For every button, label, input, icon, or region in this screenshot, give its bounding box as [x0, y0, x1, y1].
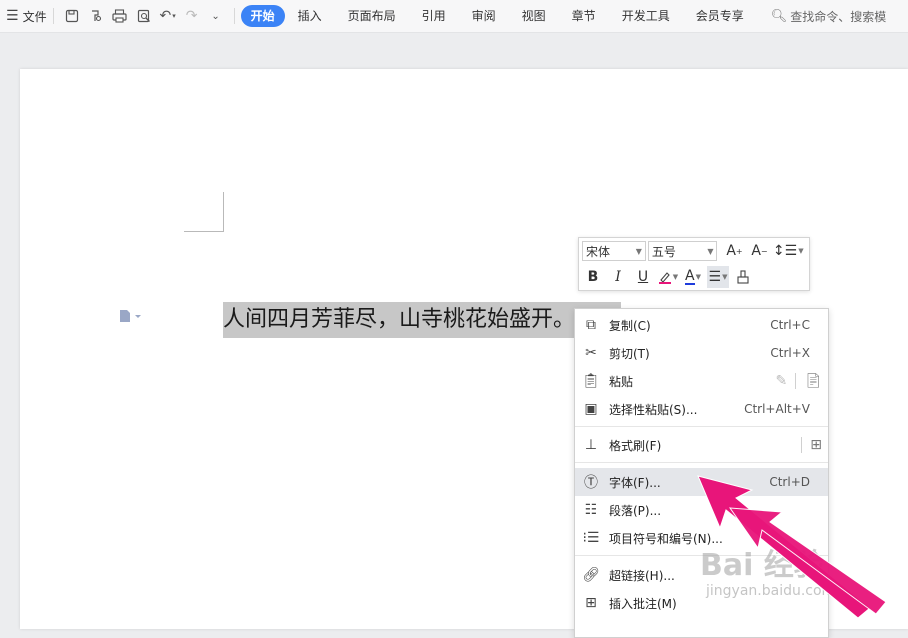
menu-item-paste[interactable]: 📋︎ 粘贴 ✎ 📄︎	[575, 367, 828, 395]
link-icon: 🔗︎	[582, 567, 600, 583]
tab-review[interactable]: 审阅	[459, 5, 509, 27]
save-icon[interactable]	[60, 4, 84, 28]
menu-item-label: 剪切(T)	[609, 346, 650, 361]
underline-icon[interactable]: U	[632, 266, 654, 288]
margin-corner-mark	[223, 192, 224, 232]
multi-format-painter-icon[interactable]: ⊞	[810, 437, 822, 453]
menu-item-label: 复制(C)	[609, 318, 651, 333]
font-size-select[interactable]: 五号 ▼	[647, 241, 718, 261]
font-name-select[interactable]: 宋体 ▼	[582, 241, 646, 261]
menu-item-shortcut: Ctrl+C	[770, 318, 810, 332]
tab-section[interactable]: 章节	[559, 5, 609, 27]
command-search[interactable]: 🔍︎ 查找命令、搜索模	[771, 8, 887, 25]
decrease-font-icon[interactable]: A −	[748, 240, 770, 262]
align-icon[interactable]: ☰ ▼	[707, 266, 729, 288]
tab-insert[interactable]: 插入	[285, 5, 335, 27]
tab-home[interactable]: 开始	[240, 5, 285, 27]
paste-keep-format-icon[interactable]: ✎	[775, 373, 787, 389]
increase-font-icon[interactable]: A +	[723, 240, 745, 262]
line-spacing-icon[interactable]: ↕☰ ▼	[773, 240, 804, 262]
paste-options: ✎ 📄︎	[775, 373, 822, 389]
menu-item-cut[interactable]: ✂ 剪切(T) Ctrl+X	[575, 339, 828, 367]
chevron-down-icon: ▼	[707, 246, 714, 256]
menu-divider	[575, 462, 828, 463]
tab-page-layout[interactable]: 页面布局	[335, 5, 409, 27]
tab-member[interactable]: 会员专享	[683, 5, 757, 27]
file-menu-label: 文件	[22, 9, 47, 24]
command-search-placeholder: 查找命令、搜索模	[790, 9, 887, 24]
menu-item-shortcut: Ctrl+X	[770, 346, 810, 360]
format-painter-icon: ⊥	[584, 437, 598, 453]
menu-item-paste-special[interactable]: ▣ 选择性粘贴(S)... Ctrl+Alt+V	[575, 395, 828, 423]
floating-format-toolbar: 宋体 ▼ 五号 ▼ A + A − ↕☰ ▼ B I U ▼ A ▼ ☰ ▼	[578, 237, 810, 291]
chevron-down-icon: ▼	[635, 246, 642, 256]
menu-item-label: 粘贴	[609, 374, 634, 389]
font-size-value: 五号	[651, 244, 676, 259]
undo-icon[interactable]: ↶ ▾	[156, 4, 180, 28]
divider	[795, 373, 797, 389]
toolbar-divider	[233, 8, 235, 24]
format-painter-icon[interactable]	[732, 266, 754, 288]
comment-icon: ⊞	[585, 595, 597, 611]
scissors-icon: ✂	[585, 345, 597, 361]
paragraph-icon: ☷	[584, 502, 598, 518]
margin-corner-mark	[184, 231, 224, 232]
format-painter-options: ⊞	[793, 437, 822, 453]
bullet-list-icon: ⁝☰	[582, 530, 600, 546]
menu-bar: ☰ 文件 ↶ ▾ ↷ ⌄ 开始 插入 页面布局 引用 审阅 视图 章节 开发工具 …	[0, 0, 908, 33]
toolbar-divider	[52, 8, 54, 24]
highlight-icon[interactable]: ▼	[657, 266, 679, 288]
font-name-value: 宋体	[586, 244, 611, 259]
redo-icon[interactable]: ↷	[180, 4, 204, 28]
file-menu-button[interactable]: ☰ 文件	[0, 0, 47, 33]
menu-item-format-painter[interactable]: ⊥ 格式刷(F) ⊞	[575, 431, 828, 459]
menu-divider	[575, 426, 828, 427]
paragraph-handle-icon[interactable]	[119, 309, 141, 327]
tab-view[interactable]: 视图	[509, 5, 559, 27]
paste-text-only-icon[interactable]: 📄︎	[804, 373, 822, 389]
font-color-icon[interactable]: A ▼	[682, 266, 704, 288]
paste-icon: 📋︎	[582, 373, 600, 389]
more-quick-access-icon[interactable]: ⌄	[204, 4, 228, 28]
print-icon[interactable]	[108, 4, 132, 28]
font-icon: Ⓣ	[584, 475, 598, 491]
print-preview-icon[interactable]	[132, 4, 156, 28]
menu-item-label: 格式刷(F)	[609, 438, 662, 453]
tab-references[interactable]: 引用	[409, 5, 459, 27]
menu-item-shortcut: Ctrl+Alt+V	[744, 402, 810, 416]
menu-item-label: 选择性粘贴(S)...	[609, 402, 698, 417]
search-icon: 🔍︎	[770, 8, 788, 24]
menu-item-copy[interactable]: ⧉ 复制(C) Ctrl+C	[575, 311, 828, 339]
italic-icon[interactable]: I	[607, 266, 629, 288]
tab-developer[interactable]: 开发工具	[609, 5, 683, 27]
hamburger-icon: ☰	[6, 8, 19, 24]
divider	[801, 437, 803, 453]
copy-icon: ⧉	[586, 317, 596, 333]
annotation-arrow	[697, 475, 887, 619]
selected-text[interactable]: 人间四月芳菲尽，山寺桃花始盛开。	[223, 302, 621, 338]
bold-icon[interactable]: B	[582, 266, 604, 288]
paste-special-icon: ▣	[584, 401, 598, 417]
format-brush-icon[interactable]	[84, 4, 108, 28]
